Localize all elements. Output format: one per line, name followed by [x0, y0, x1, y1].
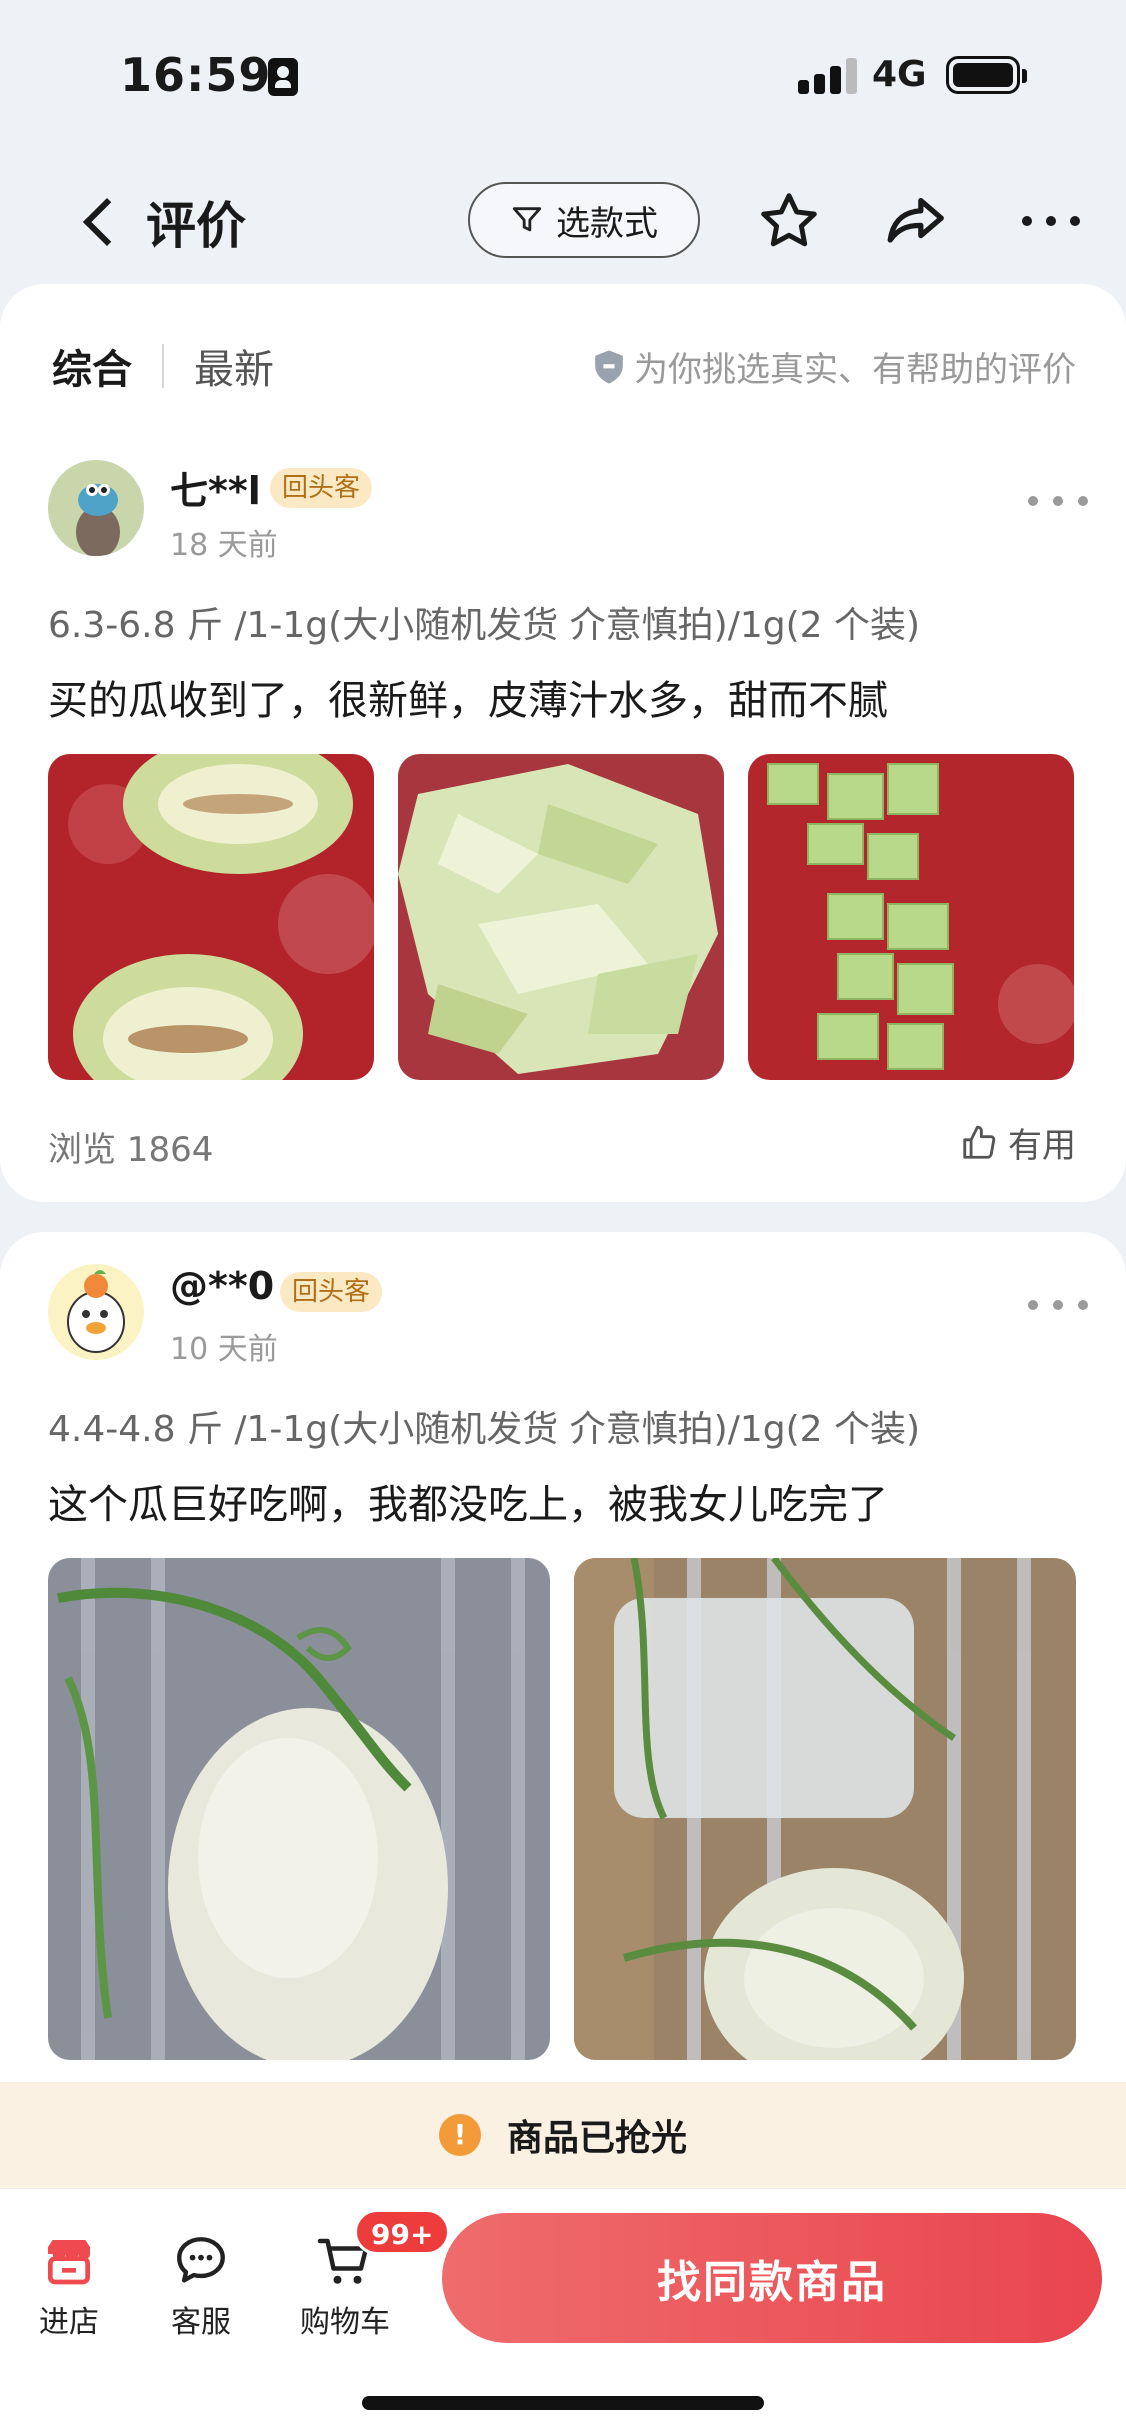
share-icon — [887, 197, 944, 243]
review-photo[interactable] — [748, 754, 1074, 1080]
review-photos — [48, 1558, 1076, 2060]
helpful-label: 有用 — [1008, 1126, 1076, 1166]
nav-bar: 评价 选款式 — [0, 160, 1126, 280]
review-photo[interactable] — [398, 754, 724, 1080]
status-bar: 16:59 4G — [0, 0, 1126, 150]
thumbs-up-icon — [963, 1125, 996, 1159]
review-photo[interactable] — [48, 1558, 550, 2060]
review-card: @**0 回头客 10 天前 4.4-4.8 斤 /1-1g(大小随机发货 介意… — [0, 1232, 1126, 2132]
style-filter-button[interactable]: 选款式 — [468, 182, 700, 258]
star-icon — [761, 193, 817, 247]
sort-tabs: 综合 最新 — [52, 336, 274, 396]
returning-customer-badge: 回头客 — [280, 1272, 383, 1312]
review-photos — [48, 754, 1074, 1080]
battery-icon — [946, 56, 1027, 94]
sold-out-banner: ! 商品已抢光 — [0, 2082, 1126, 2188]
favorite-button[interactable] — [752, 184, 826, 258]
back-button[interactable]: 评价 — [74, 184, 254, 260]
more-button[interactable] — [1014, 184, 1088, 258]
review-tip-text: 为你挑选真实、有帮助的评价 — [634, 350, 1076, 390]
view-count: 浏览 1864 — [48, 1130, 214, 1170]
cart-count-badge: 99+ — [354, 2209, 451, 2255]
review-time: 10 天前 — [170, 1332, 278, 1367]
page-title: 评价 — [146, 197, 246, 255]
review-text: 买的瓜收到了，很新鲜，皮薄汁水多，甜而不腻 — [48, 678, 888, 724]
review-user: 七**l 回头客 18 天前 — [48, 460, 1088, 563]
review-more-button[interactable] — [1028, 486, 1088, 516]
tab-comprehensive[interactable]: 综合 — [52, 337, 132, 395]
store-icon — [48, 2240, 90, 2285]
home-indicator — [362, 2396, 764, 2410]
user-name: 七**l — [170, 469, 261, 513]
review-tip: 为你挑选真实、有帮助的评价 — [592, 342, 1076, 391]
review-user: @**0 回头客 10 天前 — [48, 1264, 1088, 1367]
returning-customer-badge: 回头客 — [270, 468, 373, 508]
review-photo[interactable] — [48, 754, 374, 1080]
user-name: @**0 — [170, 1264, 275, 1308]
status-time: 16:59 — [120, 48, 272, 102]
tab-latest[interactable]: 最新 — [194, 337, 274, 395]
filter-icon — [512, 207, 542, 232]
chevron-left-icon — [82, 197, 132, 247]
avatar[interactable] — [48, 1264, 144, 1360]
more-horizontal-icon — [1022, 216, 1080, 226]
signal-icon — [798, 58, 858, 94]
customer-service-button[interactable]: 客服 — [146, 2231, 256, 2341]
review-spec: 4.4-4.8 斤 /1-1g(大小随机发货 介意慎拍)/1g(2 个装) — [48, 1409, 921, 1450]
find-similar-button[interactable]: 找同款商品 — [442, 2213, 1102, 2343]
network-type: 4G — [872, 54, 927, 95]
customer-service-label: 客服 — [171, 2305, 231, 2340]
sold-out-text: 商品已抢光 — [506, 2118, 687, 2159]
tab-divider — [162, 344, 164, 388]
review-more-button[interactable] — [1028, 1290, 1088, 1320]
cart-label: 购物车 — [300, 2305, 390, 2340]
style-filter-label: 选款式 — [556, 203, 658, 244]
shop-button[interactable]: 进店 — [14, 2231, 124, 2341]
chat-icon — [177, 2237, 225, 2283]
orientation-lock-icon — [268, 58, 298, 96]
review-spec: 6.3-6.8 斤 /1-1g(大小随机发货 介意慎拍)/1g(2 个装) — [48, 605, 921, 646]
review-time: 18 天前 — [170, 528, 278, 563]
review-text: 这个瓜巨好吃啊，我都没吃上，被我女儿吃完了 — [48, 1482, 888, 1528]
warning-icon: ! — [438, 2114, 481, 2156]
review-photo[interactable] — [574, 1558, 1076, 2060]
review-card: 综合 最新 为你挑选真实、有帮助的评价 七**l 回头客 18 天前 6.3-6… — [0, 284, 1126, 1202]
helpful-button[interactable]: 有用 — [960, 1118, 1076, 1167]
avatar[interactable] — [48, 460, 144, 556]
share-button[interactable] — [878, 184, 952, 258]
shield-icon — [595, 349, 623, 384]
shop-label: 进店 — [39, 2305, 99, 2340]
